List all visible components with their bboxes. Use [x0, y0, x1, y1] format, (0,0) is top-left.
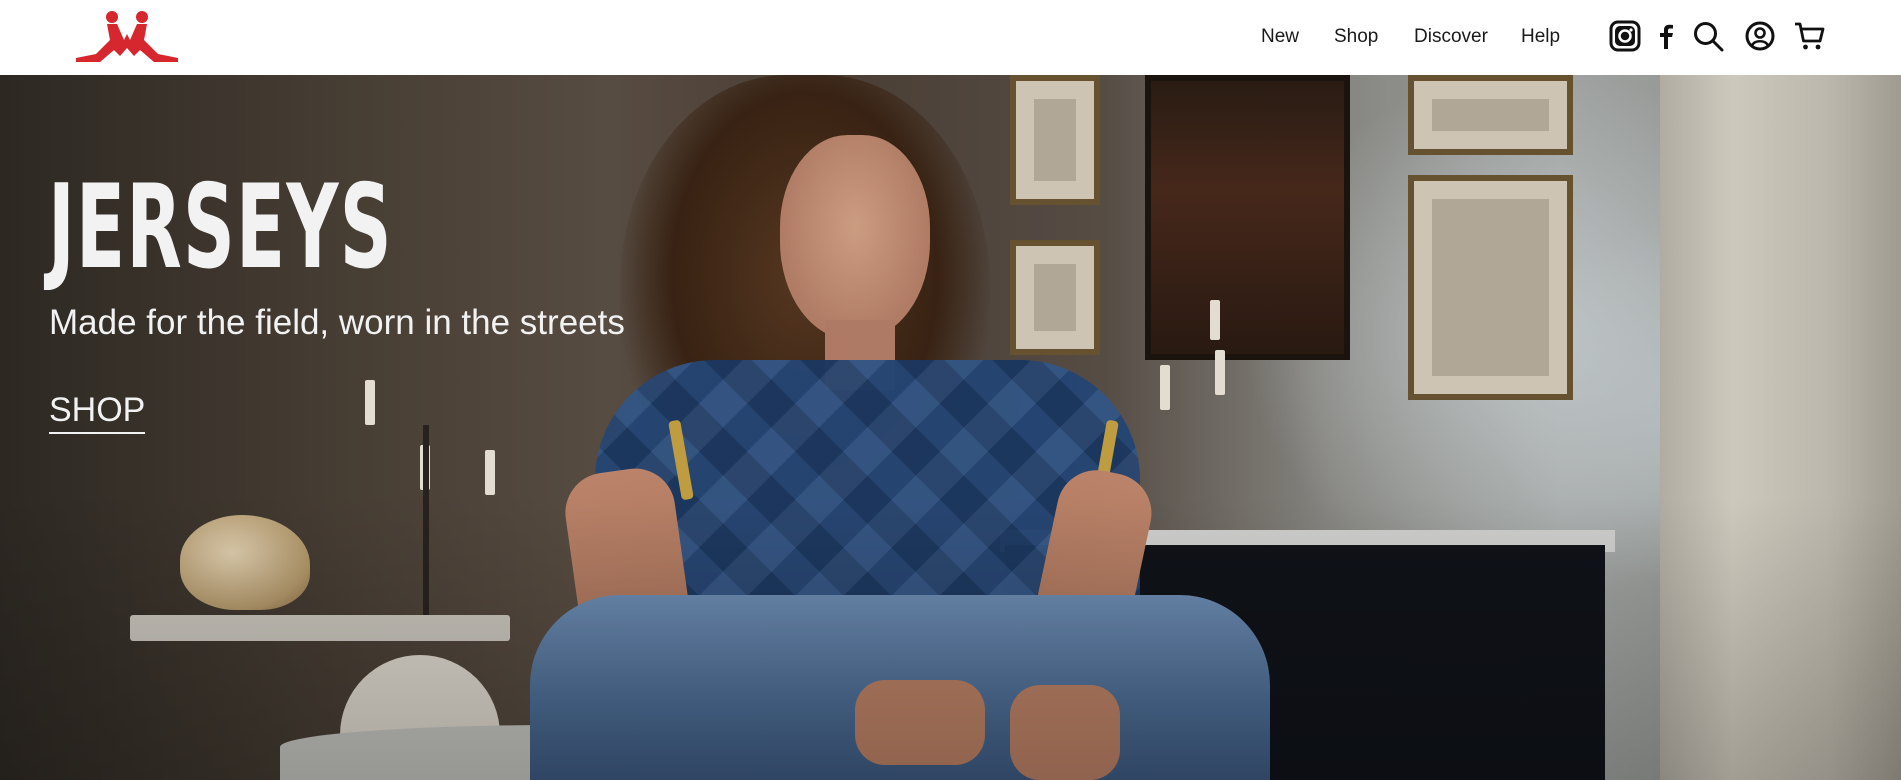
shop-button[interactable]: SHOP [49, 391, 146, 434]
instagram-icon[interactable] [1608, 19, 1642, 53]
nav-new[interactable]: New [1261, 26, 1299, 48]
nav-shop[interactable]: Shop [1334, 26, 1378, 48]
facebook-icon[interactable] [1649, 19, 1683, 53]
hero-title: JERSEYS [48, 160, 393, 295]
nav-help[interactable]: Help [1521, 26, 1560, 48]
account-icon[interactable] [1743, 19, 1777, 53]
hero-subtitle: Made for the field, worn in the streets [49, 303, 625, 342]
search-icon[interactable] [1691, 19, 1725, 53]
cart-icon[interactable] [1793, 19, 1827, 53]
nav-discover[interactable]: Discover [1414, 26, 1488, 48]
hero-banner: JERSEYS Made for the field, worn in the … [0, 75, 1901, 780]
kappa-logo-icon[interactable] [74, 10, 180, 63]
site-header: New Shop Discover Help [0, 0, 1901, 75]
